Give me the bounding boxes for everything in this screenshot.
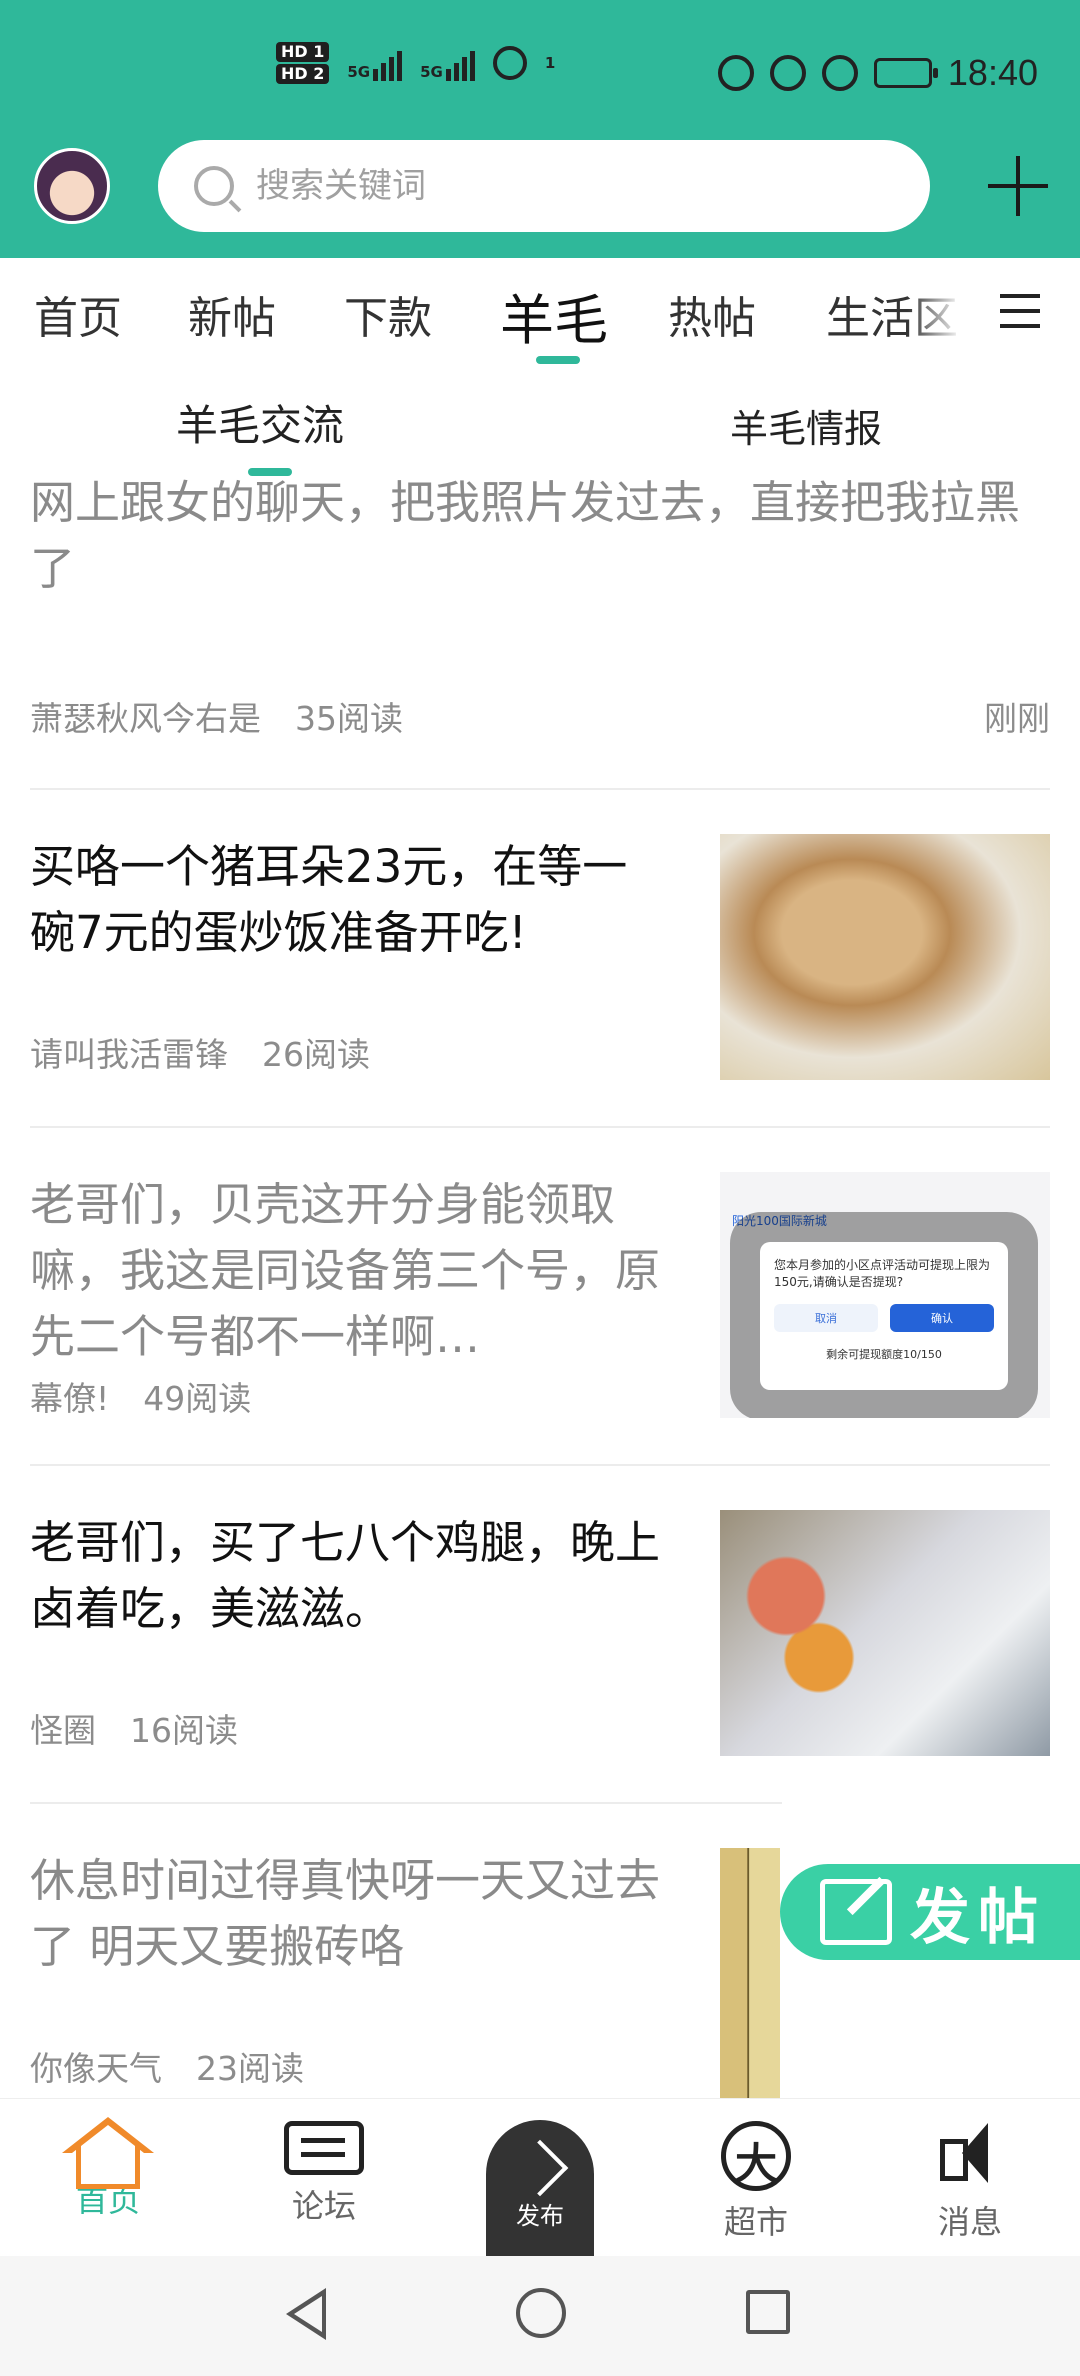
post-title[interactable]: 休息时间过得真快呀一天又过去了 明天又要搬砖咯 [30,1848,670,1980]
subtab-exchange[interactable]: 羊毛交流 [176,392,344,453]
tab-indicator [536,356,580,364]
post-reads: 16阅读 [130,1711,238,1750]
post-author[interactable]: 怪圈 [30,1711,96,1750]
tab-yangmao[interactable]: 羊毛 [500,276,608,355]
post-author[interactable]: 你像天气 [30,2049,162,2088]
post-meta: 幕僚! 49阅读 [30,1372,251,1420]
battery-icon [873,58,938,88]
clock: 18:40 [947,52,1038,93]
dialog-ok: 确认 [890,1304,994,1332]
menu-icon[interactable] [1000,294,1040,330]
tab-home[interactable]: 首页 [34,282,122,346]
search-bar[interactable] [158,140,930,232]
home-circle-icon[interactable] [516,2288,566,2338]
post-title[interactable]: 买咯一个猪耳朵23元，在等一碗7元的蛋炒饭准备开吃! [30,834,670,966]
post-thumbnail[interactable] [720,1848,780,2098]
post-reads: 35阅读 [295,699,403,738]
sub-tabs: 羊毛交流 羊毛情报 [0,380,1080,480]
recents-icon[interactable] [746,2290,790,2334]
avatar[interactable] [34,148,110,224]
network-type-2: 5G [420,63,443,81]
signal-icon-2: 5G [420,45,475,81]
new-post-label: 发帖 [910,1882,1046,1953]
hotspot-icon [492,46,527,80]
post-time: 刚刚 [984,699,1050,738]
post-thumbnail[interactable] [720,834,1050,1080]
tab-new[interactable]: 新帖 [188,282,276,346]
post-title[interactable]: 老哥们，买了七八个鸡腿，晚上卤着吃，美滋滋。 [30,1510,670,1642]
nav-market[interactable]: 超市 [686,2099,826,2257]
nav-market-label: 超市 [723,2203,788,2241]
category-tabs: 首页 新帖 下款 羊毛 热帖 生活区 [0,258,1080,368]
hd1-label: HD 1 [276,42,330,62]
post-meta: 你像天气 23阅读 [30,2042,304,2090]
screenshot-dialog: 您本月参加的小区点评活动可提现上限为150元,请确认是否提现? 取消 确认 剩余… [760,1242,1008,1390]
send-icon [511,2139,569,2197]
app-header: HD 1 HD 2 5G 5G 1 18:40 [0,0,1080,258]
hd-icon: HD 1 HD 2 [276,42,330,84]
post-meta: 怪圈 16阅读 [30,1704,238,1752]
nav-forum[interactable]: 论坛 [254,2099,394,2257]
nav-forum-label: 论坛 [291,2187,356,2225]
post-author[interactable]: 幕僚! [30,1379,109,1418]
post-title[interactable]: 网上跟女的聊天，把我照片发过去，直接把我拉黑了 [30,470,1050,602]
post-reads: 26阅读 [262,1035,370,1074]
nav-publish[interactable]: 发布 [486,2120,594,2256]
post-author[interactable]: 请叫我活雷锋 [30,1035,228,1074]
nav-home[interactable]: 首页 [38,2099,178,2257]
divider [30,788,1050,790]
hd2-label: HD 2 [276,64,330,84]
post-thumbnail[interactable] [720,1510,1050,1756]
thumb-bg-title: 阳光100国际新城 [732,1214,827,1228]
divider [30,1802,782,1804]
chat-icon [284,2121,364,2175]
nav-messages-label: 消息 [937,2203,1002,2241]
signal-icon: 5G [347,45,403,81]
back-icon[interactable] [286,2288,326,2340]
divider [30,1126,1050,1128]
network-type-1: 5G [347,63,371,81]
nav-publish-label: 发布 [516,2202,564,2230]
alarm-icon [769,55,806,91]
search-icon [194,166,234,206]
post-meta: 萧瑟秋风今右是 35阅读 [30,692,403,740]
dialog-foot: 剩余可提现额度10/150 [826,1348,942,1361]
tab-hot[interactable]: 热帖 [668,282,756,346]
subtab-intel[interactable]: 羊毛情报 [730,398,882,453]
eye-icon [717,55,754,91]
post-reads: 23阅读 [196,2049,304,2088]
speaker-icon [930,2121,1010,2191]
status-bar: HD 1 HD 2 5G 5G 1 18:40 [0,0,1080,140]
hotspot-count: 1 [544,54,556,72]
add-icon[interactable] [988,156,1048,216]
post-title[interactable]: 老哥们，贝壳这开分身能领取嘛，我这是同设备第三个号，原先二个号都不一样啊… [30,1172,670,1370]
post-meta: 请叫我活雷锋 26阅读 [30,1028,370,1076]
market-icon [721,2121,791,2191]
edit-icon [820,1879,892,1945]
tab-life[interactable]: 生活区 [826,282,962,346]
tab-loans[interactable]: 下款 [344,282,432,346]
dialog-text: 您本月参加的小区点评活动可提现上限为150元,请确认是否提现? [774,1258,991,1289]
new-post-button[interactable]: 发帖 [780,1864,1080,1960]
post-thumbnail[interactable]: 阳光100国际新城 您本月参加的小区点评活动可提现上限为150元,请确认是否提现… [720,1172,1050,1418]
search-input[interactable] [256,166,856,206]
home-icon [62,2099,154,2189]
mute-icon [821,55,858,91]
divider [30,1464,1050,1466]
nav-messages[interactable]: 消息 [900,2099,1040,2257]
post-author[interactable]: 萧瑟秋风今右是 [30,699,261,738]
dialog-cancel: 取消 [774,1304,878,1332]
system-nav [0,2256,1080,2376]
post-reads: 49阅读 [143,1379,252,1418]
